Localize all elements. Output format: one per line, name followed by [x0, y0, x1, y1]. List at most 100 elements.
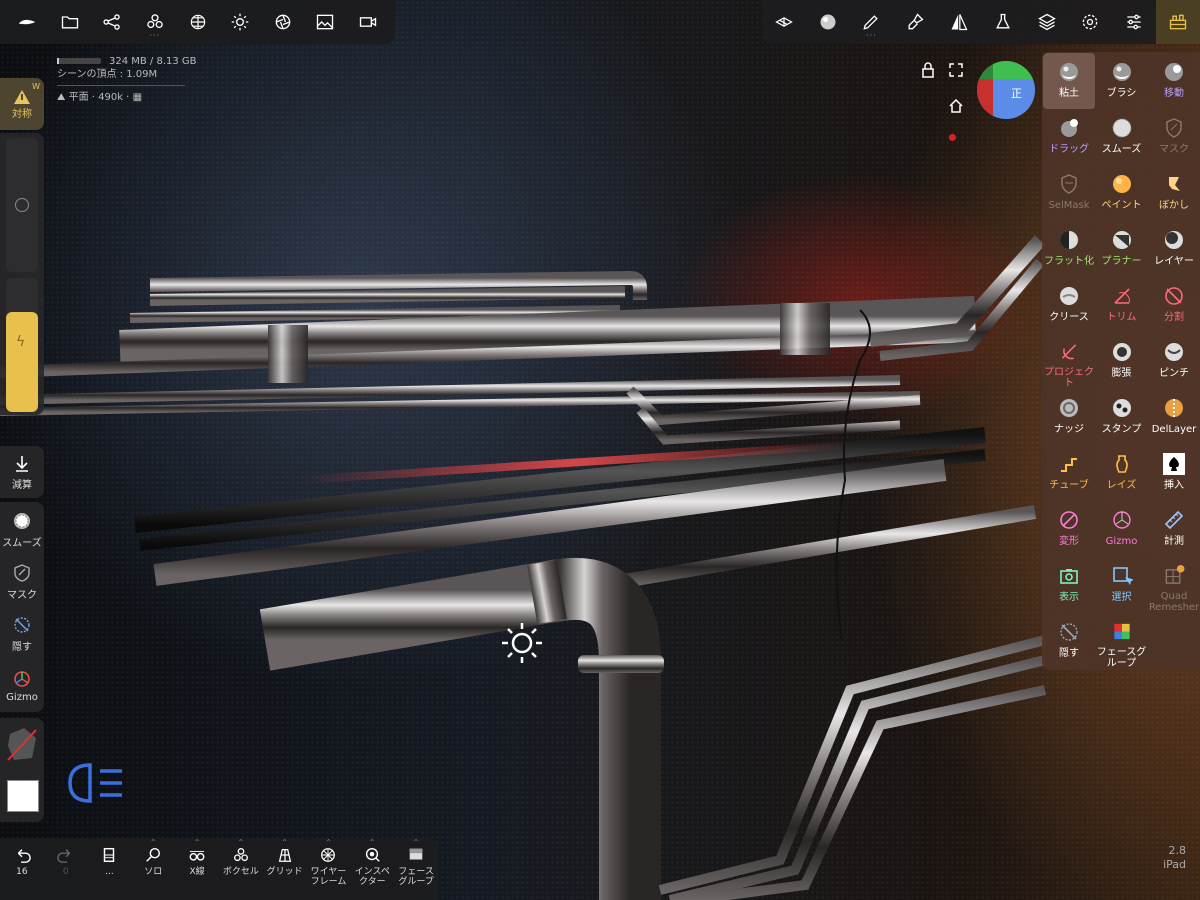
gizmo-icon	[1112, 511, 1131, 529]
tool-move[interactable]: 移動	[1148, 53, 1200, 109]
tool-mask[interactable]: マスク	[1148, 109, 1200, 165]
material-sphere-icon[interactable]	[806, 0, 850, 44]
hide-icon	[1060, 623, 1078, 641]
material-swatch[interactable]	[6, 726, 38, 762]
orientation-gizmo[interactable]: 正	[977, 61, 1035, 119]
scene-graph-icon[interactable]	[91, 0, 134, 44]
tool-selmask[interactable]: SelMask	[1043, 165, 1095, 221]
tool-blur[interactable]: ぼかし	[1148, 165, 1200, 221]
tool-label: ドラッグ	[1049, 144, 1089, 155]
tool-brush[interactable]: ブラシ	[1096, 53, 1148, 109]
tool-label: DelLayer	[1151, 424, 1197, 435]
symmetry-label: 対称	[12, 108, 32, 120]
tool-nudge[interactable]: ナッジ	[1043, 389, 1095, 445]
symmetry-button[interactable]: W 対称	[0, 78, 44, 130]
tool-view[interactable]: 表示	[1043, 557, 1095, 613]
tool-gizmo[interactable]: Gizmo	[1096, 501, 1148, 557]
tool-facegroup[interactable]: フェースグループ	[1096, 613, 1148, 669]
bottom-history-button[interactable]: ...	[88, 838, 132, 900]
radius-slider[interactable]	[6, 138, 38, 272]
tool-measure[interactable]: 計測	[1148, 501, 1200, 557]
split-icon	[1165, 287, 1183, 305]
measure-icon	[1164, 510, 1184, 530]
bottom-redo-button[interactable]: 0	[44, 838, 88, 900]
gizmo-shortcut[interactable]: Gizmo	[0, 660, 44, 712]
topology-icon[interactable]	[762, 0, 806, 44]
tool-dellayer[interactable]: DelLayer	[1148, 389, 1200, 445]
tool-drag[interactable]: ドラッグ	[1043, 109, 1095, 165]
undo-icon	[17, 849, 31, 863]
tool-quadremesher[interactable]: Quad Remesher	[1148, 557, 1200, 613]
color-swatch[interactable]	[7, 780, 39, 812]
subtract-button[interactable]: 減算	[0, 446, 44, 498]
redo-icon	[56, 849, 70, 863]
bottom-voxel-button[interactable]: ^ ボクセル	[219, 838, 263, 900]
folder-icon[interactable]	[49, 0, 92, 44]
bottom-label: 16	[16, 867, 28, 877]
mask-icon	[1166, 118, 1182, 138]
move-icon	[1165, 63, 1183, 81]
tool-hide[interactable]: 隠す	[1043, 613, 1095, 669]
tool-insert[interactable]: 挿入	[1148, 445, 1200, 501]
video-camera-icon[interactable]	[347, 0, 390, 44]
bottom-xray-button[interactable]: ^ X線	[175, 838, 219, 900]
record-indicator	[949, 134, 956, 141]
bottom-grid-button[interactable]: ^ グリッド	[263, 838, 307, 900]
tool-inflate[interactable]: 膨張	[1096, 333, 1148, 389]
caret-icon: ^	[282, 839, 288, 846]
mask-shortcut[interactable]: マスク	[0, 556, 44, 608]
tool-flatten[interactable]: フラット化	[1043, 221, 1095, 277]
nomad-logo-icon[interactable]	[6, 0, 49, 44]
tool-transform[interactable]: 変形	[1043, 501, 1095, 557]
painting-icon[interactable]	[893, 0, 937, 44]
symmetry-icon[interactable]	[937, 0, 981, 44]
settings-gear-icon[interactable]	[1069, 0, 1113, 44]
home-icon[interactable]	[949, 98, 963, 117]
mask-icon	[14, 564, 30, 582]
image-icon[interactable]	[304, 0, 347, 44]
bottom-facegroup-button[interactable]: ^ フェースグループ	[394, 838, 438, 900]
bottom-undo-button[interactable]: 16	[0, 838, 44, 900]
tools-button[interactable]	[1156, 0, 1200, 44]
bottom-inspector-button[interactable]: ^ インスペクター	[350, 838, 394, 900]
tool-trim[interactable]: トリム	[1096, 277, 1148, 333]
tool-crease[interactable]: クリース	[1043, 277, 1095, 333]
sliders-icon[interactable]	[1112, 0, 1156, 44]
fullscreen-icon[interactable]	[949, 62, 963, 81]
trim-icon	[1113, 288, 1130, 304]
flask-icon[interactable]	[981, 0, 1025, 44]
mesh-icon[interactable]	[176, 0, 219, 44]
lock-icon[interactable]	[921, 62, 935, 82]
tool-paint[interactable]: ペイント	[1096, 165, 1148, 221]
tool-lathe[interactable]: レイズ	[1096, 445, 1148, 501]
tool-tube[interactable]: チューブ	[1043, 445, 1095, 501]
bottom-wireframe-button[interactable]: ^ ワイヤーフレーム	[307, 838, 351, 900]
tool-label: マスク	[1159, 144, 1189, 155]
lighting-icon[interactable]	[219, 0, 262, 44]
tool-label: ピンチ	[1159, 368, 1189, 379]
tool-split[interactable]: 分割	[1148, 277, 1200, 333]
camera-aperture-icon[interactable]	[261, 0, 304, 44]
vertex-count: シーンの頂点 : 1.09M	[57, 69, 158, 80]
memory-bar	[57, 58, 101, 64]
tool-clay[interactable]: 粘土	[1043, 53, 1095, 109]
hide-shortcut[interactable]: 隠す	[0, 608, 44, 660]
mask-label: マスク	[7, 590, 37, 601]
primitives-icon[interactable]: ···	[134, 0, 177, 44]
tool-label: ブラシ	[1106, 88, 1137, 99]
tool-smooth[interactable]: スムーズ	[1096, 109, 1148, 165]
caret-icon: ^	[150, 839, 156, 846]
tool-stamp[interactable]: スタンプ	[1096, 389, 1148, 445]
tool-label: SelMask	[1048, 200, 1090, 211]
tool-label: クリース	[1049, 312, 1089, 323]
tool-project[interactable]: プロジェクト	[1043, 333, 1095, 389]
caret-icon: ^	[194, 839, 200, 846]
tool-planar[interactable]: プラナー	[1096, 221, 1148, 277]
bottom-solo-button[interactable]: ^ ソロ	[131, 838, 175, 900]
layers-icon[interactable]	[1025, 0, 1069, 44]
tool-select[interactable]: 選択	[1096, 557, 1148, 613]
smooth-shortcut[interactable]: スムーズ	[0, 504, 44, 556]
tool-pinch[interactable]: ピンチ	[1148, 333, 1200, 389]
stroke-icon[interactable]: ···	[850, 0, 894, 44]
tool-layer[interactable]: レイヤー	[1148, 221, 1200, 277]
